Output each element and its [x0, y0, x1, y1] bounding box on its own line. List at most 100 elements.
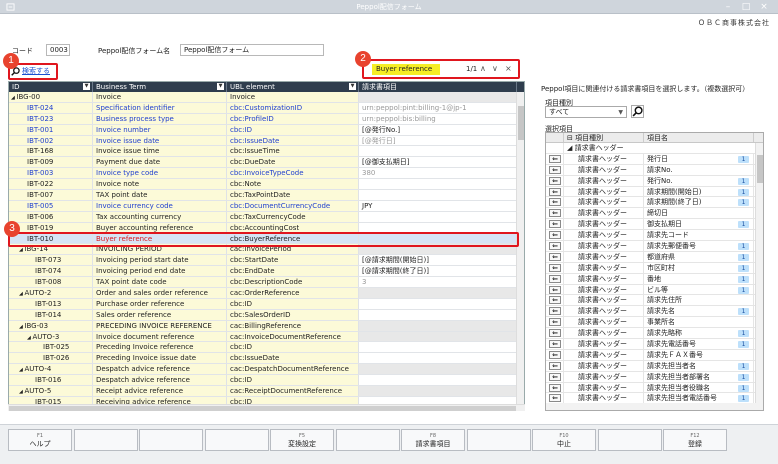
cell-business-term[interactable]: Invoice issue time [93, 146, 227, 157]
cell-ubl-element[interactable]: cbc:ID [227, 342, 359, 353]
cell-ubl-element[interactable]: cac:OrderReference [227, 288, 359, 298]
function-key-f5[interactable]: F5 変換設定 [270, 429, 334, 451]
cell-id[interactable]: ◢ AUTO-5 [9, 386, 93, 396]
cell-ubl-element[interactable]: cbc:StartDate [227, 255, 359, 266]
cell-id[interactable]: IBT-073 [9, 255, 93, 266]
add-arrow-icon[interactable]: ⇐ [549, 187, 561, 196]
cell-invoice-item[interactable]: [@請求期間(開始日)] [359, 255, 517, 266]
pin-icon[interactable] [6, 3, 15, 11]
cell-id[interactable]: IBT-023 [9, 113, 93, 124]
function-key-empty[interactable] [597, 429, 662, 451]
col-item-type[interactable]: ⊟ 項目種別 [564, 133, 644, 142]
cell-ubl-element[interactable]: cbc:DueDate [227, 157, 359, 168]
scroll-thumb[interactable] [757, 155, 763, 183]
add-arrow-icon[interactable]: ⇐ [549, 318, 561, 327]
list-item[interactable]: ⇐ 請求書ヘッダー 締切日 [546, 208, 763, 220]
list-item[interactable]: ⇐ 請求書ヘッダー 請求先コード [546, 230, 763, 242]
expand-icon[interactable]: ◢ [567, 144, 572, 152]
cell-invoice-item[interactable] [359, 288, 517, 298]
table-row[interactable]: ◢ IBG-00 Invoice Invoice [9, 92, 524, 103]
item-search-button[interactable] [631, 105, 644, 118]
add-arrow-icon[interactable]: ⇐ [549, 350, 561, 359]
table-row[interactable]: IBT-023 Business process type cbc:ProfileI… [9, 113, 524, 125]
cell-ubl-element[interactable]: cbc:IssueDate [227, 353, 359, 364]
code-field[interactable]: 0003 [46, 44, 70, 56]
table-row[interactable]: IBT-006 Tax accounting currency cbc:TaxCur… [9, 211, 524, 223]
table-row[interactable]: ◢ IBG-03 PRECEDING INVOICE REFERENCE cac:B… [9, 320, 524, 332]
cell-invoice-item[interactable]: urn:peppol:pint:billing-1@jp-1 [359, 102, 517, 113]
list-item[interactable]: ⇐ 請求書ヘッダー 御支払期日 1 [546, 219, 763, 231]
cell-invoice-item[interactable] [359, 342, 517, 353]
add-arrow-icon[interactable]: ⇐ [549, 340, 561, 349]
item-list-horizontal-scrollbar[interactable] [546, 403, 757, 410]
add-arrow-icon[interactable]: ⇐ [549, 383, 561, 392]
cell-invoice-item[interactable] [359, 364, 517, 375]
cell-ubl-element[interactable]: cbc:IssueTime [227, 146, 359, 157]
list-item[interactable]: ⇐ 請求書ヘッダー 請求先ＦＡＸ番号 [546, 349, 763, 361]
scroll-thumb[interactable] [9, 406, 516, 411]
function-key-empty[interactable] [139, 429, 203, 451]
cell-business-term[interactable]: Specification identifier [93, 102, 227, 113]
function-key-f8[interactable]: F8 請求書項目 [401, 429, 465, 451]
list-item[interactable]: ⇐ 請求書ヘッダー 事業所名 [546, 317, 763, 329]
cell-ubl-element[interactable]: cac:DespatchDocumentReference [227, 364, 359, 375]
function-key-empty[interactable] [466, 429, 531, 451]
table-row[interactable]: IBT-003 Invoice type code cbc:InvoiceTypeC… [9, 168, 524, 180]
cell-business-term[interactable]: Invoice [93, 92, 227, 102]
cell-invoice-item[interactable] [359, 353, 517, 364]
table-row[interactable]: IBT-025 Preceding Invoice reference cbc:ID [9, 342, 524, 354]
cell-id[interactable]: ◢ AUTO-4 [9, 364, 93, 375]
cell-invoice-item[interactable] [359, 375, 517, 386]
grid-vertical-scrollbar[interactable] [516, 92, 524, 410]
cell-business-term[interactable]: Despatch advice reference [93, 364, 227, 375]
cell-business-term[interactable]: Preceding Invoice reference [93, 342, 227, 353]
cell-id[interactable]: IBT-022 [9, 179, 93, 190]
add-arrow-icon[interactable]: ⇐ [549, 307, 561, 316]
cell-business-term[interactable]: Sales order reference [93, 309, 227, 320]
list-item[interactable]: ⇐ 請求書ヘッダー 請求先電話番号 1 [546, 339, 763, 350]
list-item[interactable]: ⇐ 請求書ヘッダー 発行No. 1 [546, 175, 763, 187]
cell-id[interactable]: IBT-024 [9, 102, 93, 113]
cell-id[interactable]: IBT-026 [9, 353, 93, 364]
cell-ubl-element[interactable]: cbc:TaxPointDate [227, 190, 359, 200]
cell-invoice-item[interactable] [359, 298, 517, 309]
table-row[interactable]: IBT-013 Purchase order reference cbc:ID [9, 298, 524, 310]
cell-id[interactable]: IBT-008 [9, 277, 93, 288]
list-item[interactable]: ⇐ 請求書ヘッダー 請求先担当者部署名 1 [546, 371, 763, 383]
cell-business-term[interactable]: Receipt advice reference [93, 386, 227, 396]
item-type-select[interactable]: すべて ▼ [545, 106, 627, 118]
table-row[interactable]: IBT-005 Invoice currency code cbc:Document… [9, 200, 524, 212]
cell-ubl-element[interactable]: cbc:CustomizationID [227, 102, 359, 113]
cell-invoice-item[interactable] [359, 190, 517, 200]
cell-business-term[interactable]: Invoice currency code [93, 200, 227, 211]
cell-business-term[interactable]: Business process type [93, 113, 227, 124]
cell-invoice-item[interactable]: 380 [359, 168, 517, 179]
item-list-root[interactable]: ◢ 請求書ヘッダー [546, 143, 763, 154]
grid-horizontal-scrollbar[interactable] [8, 404, 525, 411]
table-row[interactable]: IBT-073 Invoicing period start date cbc:St… [9, 255, 524, 267]
filter-dropdown-icon[interactable]: ▼ [349, 83, 356, 90]
list-item[interactable]: ⇐ 請求書ヘッダー 番地 1 [546, 273, 763, 285]
cell-business-term[interactable]: Invoice number [93, 124, 227, 135]
scroll-thumb[interactable] [518, 106, 524, 140]
col-ubl-element[interactable]: UBL element ▼ [227, 82, 359, 92]
cell-id[interactable]: IBT-168 [9, 146, 93, 157]
table-row[interactable]: IBT-009 Payment due date cbc:DueDate [@御支払期… [9, 157, 524, 169]
cell-ubl-element[interactable]: cbc:IssueDate [227, 135, 359, 146]
cell-business-term[interactable]: Purchase order reference [93, 298, 227, 309]
cell-id[interactable]: IBT-002 [9, 135, 93, 146]
table-row[interactable]: IBT-168 Invoice issue time cbc:IssueTime [9, 146, 524, 158]
list-item[interactable]: ⇐ 請求書ヘッダー 都道府県 1 [546, 251, 763, 263]
list-item[interactable]: ⇐ 請求書ヘッダー 請求先担当者名 1 [546, 360, 763, 372]
list-item[interactable]: ⇐ 請求書ヘッダー 請求先郵便番号 1 [546, 241, 763, 252]
item-list-vertical-scrollbar[interactable] [755, 143, 763, 410]
cell-ubl-element[interactable]: cac:BillingReference [227, 320, 359, 331]
list-item[interactable]: ⇐ 請求書ヘッダー 請求No. [546, 164, 763, 176]
add-arrow-icon[interactable]: ⇐ [549, 296, 561, 305]
col-business-term[interactable]: Business Term ▼ [93, 82, 227, 92]
cell-invoice-item[interactable] [359, 320, 517, 331]
function-key-f1[interactable]: F1 ヘルプ [8, 429, 72, 451]
cell-invoice-item[interactable] [359, 309, 517, 320]
add-arrow-icon[interactable]: ⇐ [549, 274, 561, 283]
col-item-name[interactable]: 項目名 [644, 133, 754, 142]
